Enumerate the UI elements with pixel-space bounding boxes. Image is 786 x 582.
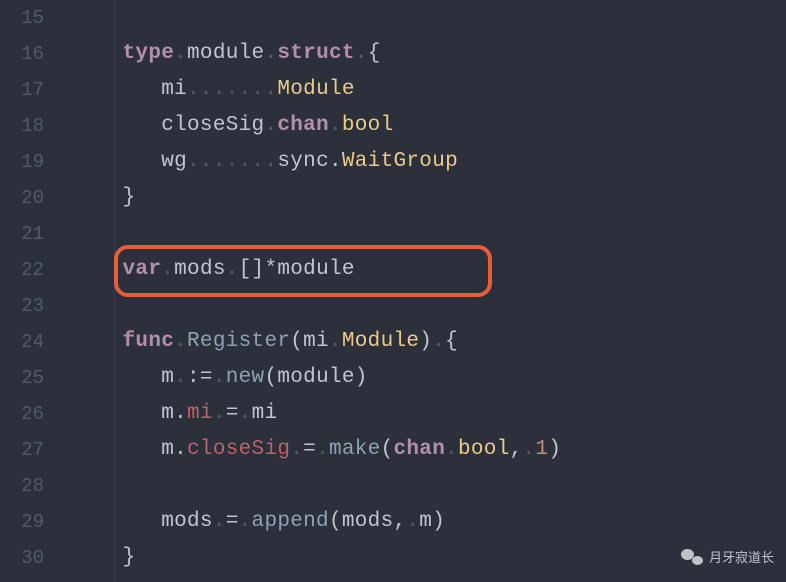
line-number: 18	[0, 108, 58, 144]
line-number: 24	[0, 324, 58, 360]
watermark: 月牙寂道长	[681, 547, 774, 566]
line-number: 16	[0, 36, 58, 72]
line-number: 21	[0, 216, 58, 252]
code-line[interactable]	[58, 216, 786, 252]
code-line[interactable]: }	[58, 540, 786, 576]
wechat-icon	[681, 548, 703, 566]
code-content[interactable]: type.module.struct.{ mi.......Module clo…	[58, 0, 786, 582]
line-number: 27	[0, 432, 58, 468]
line-number: 19	[0, 144, 58, 180]
code-line[interactable]: func.Register(mi.Module).{	[58, 324, 786, 360]
code-line[interactable]	[58, 468, 786, 504]
code-line[interactable]: m.:=.new(module)	[58, 360, 786, 396]
line-number: 22	[0, 252, 58, 288]
line-number: 15	[0, 0, 58, 36]
code-line[interactable]: mi.......Module	[58, 72, 786, 108]
watermark-text: 月牙寂道长	[709, 547, 774, 566]
code-line[interactable]: closeSig.chan.bool	[58, 108, 786, 144]
code-line[interactable]: m.closeSig.=.make(chan.bool,.1)	[58, 432, 786, 468]
line-number-gutter: 15 16 17 18 19 20 21 22 23 24 25 26 27 2…	[0, 0, 58, 582]
code-line[interactable]	[58, 288, 786, 324]
code-line[interactable]	[58, 0, 786, 36]
line-number: 29	[0, 504, 58, 540]
code-line[interactable]: }	[58, 180, 786, 216]
code-line[interactable]: m.mi.=.mi	[58, 396, 786, 432]
line-number: 20	[0, 180, 58, 216]
line-number: 26	[0, 396, 58, 432]
line-number: 25	[0, 360, 58, 396]
code-line[interactable]: type.module.struct.{	[58, 36, 786, 72]
code-line[interactable]: mods.=.append(mods,.m)	[58, 504, 786, 540]
code-line[interactable]: var.mods.[]*module	[58, 252, 786, 288]
code-editor: 15 16 17 18 19 20 21 22 23 24 25 26 27 2…	[0, 0, 786, 582]
code-line[interactable]: wg.......sync.WaitGroup	[58, 144, 786, 180]
line-number: 28	[0, 468, 58, 504]
line-number: 17	[0, 72, 58, 108]
line-number: 30	[0, 540, 58, 576]
line-number: 23	[0, 288, 58, 324]
